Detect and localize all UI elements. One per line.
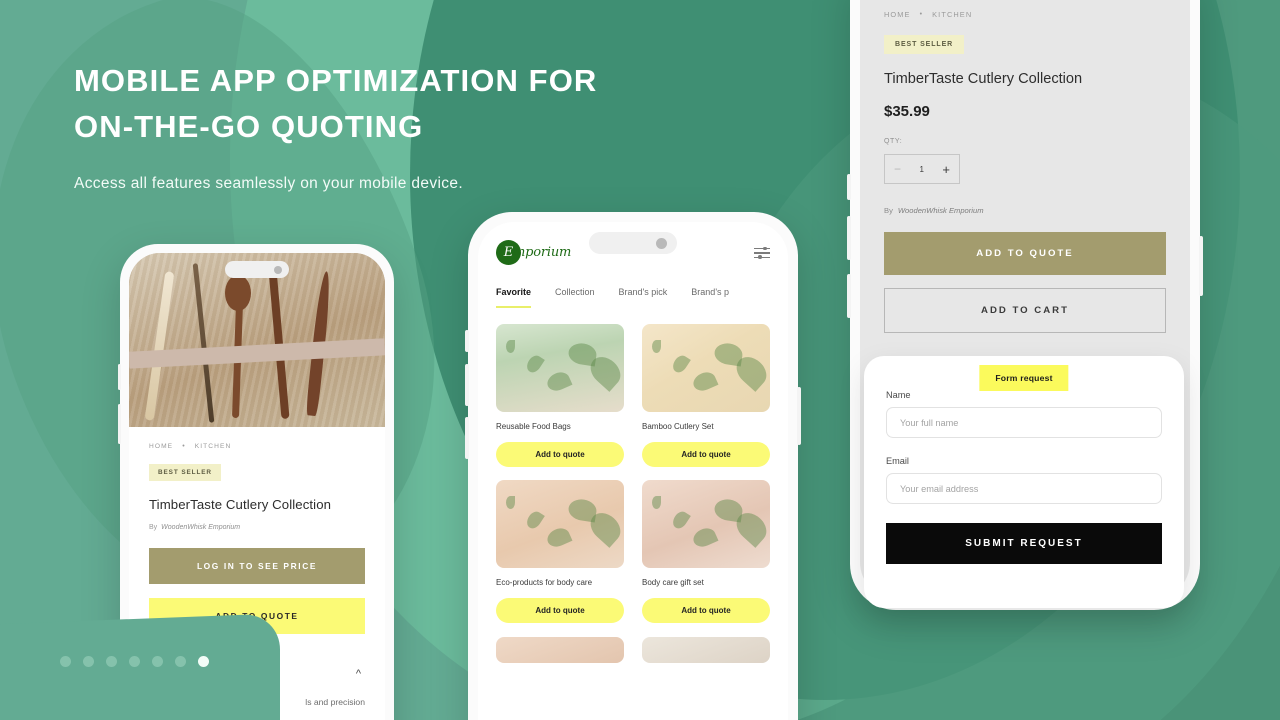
phone-volume-down-button [847, 274, 851, 318]
breadcrumb: HOME • KITCHEN [149, 443, 365, 450]
add-to-quote-button[interactable]: Add to quote [496, 598, 624, 623]
email-field-label: Email [886, 456, 909, 466]
tab-favorite[interactable]: Favorite [496, 287, 532, 308]
form-spacer [886, 438, 1162, 452]
breadcrumb-home[interactable]: HOME [149, 443, 173, 450]
carousel-dot[interactable] [83, 656, 94, 667]
breadcrumb-separator: • [182, 443, 186, 450]
breadcrumb-separator: • [919, 11, 924, 18]
carousel-dot[interactable] [106, 656, 117, 667]
product-title: Bamboo Cutlery Set [642, 422, 714, 431]
vendor-name[interactable]: WoodenWhisk Emporium [161, 524, 240, 531]
page-title: TimberTaste Cutlery Collection [149, 497, 332, 512]
carousel-dot[interactable] [152, 656, 163, 667]
product-image [642, 637, 770, 663]
phone-power-button [1199, 236, 1203, 296]
quantity-decrease-button[interactable]: − [894, 162, 901, 176]
phone-power-button [797, 387, 801, 445]
vendor-line: By WoodenWhisk Emporium [884, 206, 1166, 215]
add-to-quote-button[interactable]: Add to quote [642, 598, 770, 623]
product-title: Body care gift set [642, 578, 704, 587]
submit-request-button[interactable]: SUBMIT REQUEST [886, 523, 1162, 564]
phone-right-content: HOME • KITCHEN BEST SELLER TimberTaste C… [860, 0, 1190, 333]
vendor-name[interactable]: WoodenWhisk Emporium [898, 206, 984, 215]
add-to-quote-button[interactable]: ADD TO QUOTE [884, 232, 1166, 275]
quantity-stepper[interactable]: − 1 + [884, 154, 960, 184]
page-title: TimberTaste Cutlery Collection [884, 71, 1083, 87]
phone-volume-button [118, 404, 121, 444]
add-to-quote-button[interactable]: Add to quote [496, 442, 624, 467]
product-image [642, 324, 770, 412]
phone-side-button [847, 174, 851, 200]
product-card[interactable]: Reusable Food Bags Add to quote [496, 324, 624, 467]
carousel-pagination[interactable] [60, 656, 209, 667]
hero-headline-line2: On-The-Go Quoting [74, 108, 424, 144]
quantity-label: QTY: [884, 138, 903, 145]
logo-wordmark: mporium [513, 245, 572, 260]
product-card-partial[interactable] [496, 637, 624, 663]
phone-volume-down-button [465, 417, 469, 459]
vendor-line: By WoodenWhisk Emporium [149, 524, 365, 531]
tab-bar[interactable]: Favorite Collection Brand's pick Brand's p [478, 265, 788, 308]
name-field-label: Name [886, 390, 911, 400]
status-badge: BEST SELLER [149, 464, 221, 481]
status-badge: BEST SELLER [884, 35, 965, 54]
breadcrumb: HOME • KITCHEN [884, 10, 1166, 19]
hero-headline: Mobile App Optimization For On-The-Go Qu… [74, 58, 714, 149]
hero-text-block: Mobile App Optimization For On-The-Go Qu… [74, 58, 714, 193]
phone-notch-middle [589, 232, 677, 254]
phone-notch-left [225, 261, 289, 278]
email-input[interactable]: Your email address [886, 473, 1162, 504]
product-title: Eco-products for body care [496, 578, 593, 587]
carousel-dot-active[interactable] [198, 656, 209, 667]
phone-volume-up-button [847, 216, 851, 260]
hero-headline-line1: Mobile App Optimization For [74, 63, 598, 98]
phone-volume-up-button [465, 364, 469, 406]
quantity-increase-button[interactable]: + [942, 162, 950, 177]
product-card[interactable]: Bamboo Cutlery Set Add to quote [642, 324, 770, 467]
product-price: $35.99 [884, 103, 930, 120]
carousel-dot[interactable] [175, 656, 186, 667]
phone-middle-screen: E mporium Favorite Collection Brand's pick… [478, 222, 788, 720]
product-hero-image [129, 253, 385, 427]
breadcrumb-category[interactable]: KITCHEN [195, 443, 232, 450]
tab-brand-s-p[interactable]: Brand's p [691, 287, 729, 308]
app-logo[interactable]: E mporium [496, 240, 571, 265]
tab-collection[interactable]: Collection [555, 287, 595, 308]
breadcrumb-home[interactable]: HOME [884, 10, 911, 19]
chevron-up-icon[interactable]: ^ [356, 668, 361, 680]
phone-mockup-middle: E mporium Favorite Collection Brand's pick… [465, 212, 801, 720]
breadcrumb-category[interactable]: KITCHEN [932, 10, 972, 19]
product-image [496, 637, 624, 663]
add-to-quote-button[interactable]: Add to quote [642, 442, 770, 467]
quote-request-form-card: Form request Name Your full name Email Y… [864, 356, 1184, 608]
form-request-badge: Form request [979, 365, 1069, 391]
tab-brand-s-pick[interactable]: Brand's pick [619, 287, 668, 308]
quantity-value[interactable]: 1 [919, 165, 923, 174]
phone-side-button [465, 330, 469, 352]
product-grid: Reusable Food Bags Add to quote Bamboo Cut… [478, 308, 788, 623]
by-prefix: By [149, 524, 158, 531]
product-card-partial[interactable] [642, 637, 770, 663]
add-to-cart-button[interactable]: ADD TO CART [884, 288, 1166, 333]
name-input[interactable]: Your full name [886, 407, 1162, 438]
product-image [496, 324, 624, 412]
by-prefix: By [884, 206, 893, 215]
hero-subheadline: Access all features seamlessly on your m… [74, 175, 463, 193]
carousel-dot[interactable] [129, 656, 140, 667]
filter-sliders-icon[interactable] [754, 246, 770, 260]
front-camera-icon [656, 237, 667, 249]
front-camera-icon [274, 265, 282, 274]
product-card[interactable]: Eco-products for body care Add to quote [496, 480, 624, 623]
product-title: Reusable Food Bags [496, 422, 571, 431]
login-to-see-price-button[interactable]: LOG IN TO SEE PRICE [149, 548, 365, 584]
product-grid-next-row [478, 623, 788, 663]
carousel-dot[interactable] [60, 656, 71, 667]
product-image [496, 480, 624, 568]
phone-side-button [118, 364, 121, 390]
product-card[interactable]: Body care gift set Add to quote [642, 480, 770, 623]
product-image [642, 480, 770, 568]
